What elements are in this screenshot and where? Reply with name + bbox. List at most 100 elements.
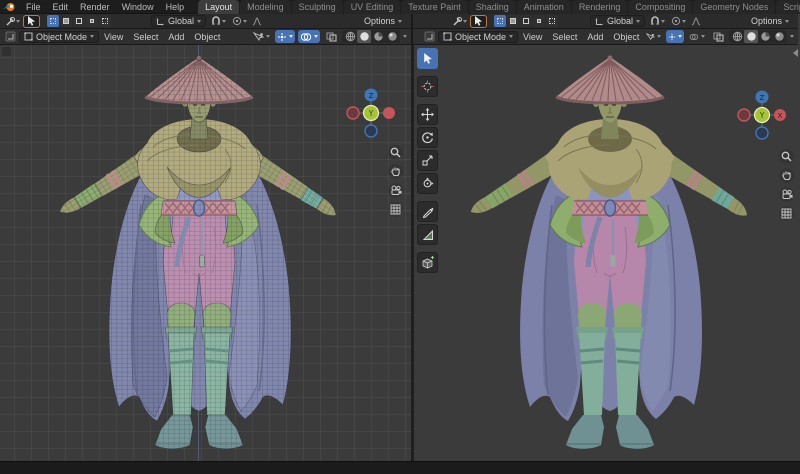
grid-ortho-icon[interactable] <box>779 206 794 221</box>
editor-type-icon[interactable] <box>423 31 435 43</box>
options-dropdown[interactable]: Options <box>359 15 407 27</box>
chevron-down-icon[interactable] <box>16 20 20 23</box>
select-mode-new[interactable] <box>47 15 59 27</box>
select-mode-intersect[interactable] <box>99 15 111 27</box>
zoom-icon[interactable] <box>388 145 403 160</box>
tool-add-cube[interactable] <box>417 252 438 273</box>
shading-wireframe[interactable] <box>730 30 744 43</box>
shading-rendered[interactable] <box>385 30 399 43</box>
transform-orientation-dropdown[interactable]: Global <box>151 15 206 27</box>
xray-toggle[interactable] <box>711 30 726 43</box>
select-mode-extend[interactable] <box>507 15 519 27</box>
chevron-down-icon[interactable] <box>790 35 794 38</box>
tab-scripting[interactable]: Scripting <box>776 0 800 14</box>
menu-render[interactable]: Render <box>74 0 116 14</box>
menu-select[interactable]: Select <box>547 29 582 45</box>
chevron-down-icon[interactable] <box>682 20 686 23</box>
menu-view[interactable]: View <box>518 29 547 45</box>
camera-icon[interactable] <box>779 187 794 202</box>
options-dropdown[interactable]: Options <box>746 15 794 27</box>
axis-x-neg[interactable] <box>347 107 359 119</box>
select-mode-invert[interactable] <box>533 15 545 27</box>
chevron-down-icon[interactable] <box>222 20 226 23</box>
zoom-icon[interactable] <box>779 149 794 164</box>
tab-layout[interactable]: Layout <box>198 0 239 14</box>
tab-compositing[interactable]: Compositing <box>628 0 692 14</box>
tab-animation[interactable]: Animation <box>517 0 571 14</box>
tool-transform[interactable] <box>417 173 438 194</box>
select-mode-extend[interactable] <box>60 15 72 27</box>
tool-icon[interactable] <box>451 15 463 27</box>
proportional-edit-icon[interactable] <box>670 15 682 27</box>
select-mode-new[interactable] <box>494 15 506 27</box>
menu-add[interactable]: Add <box>582 29 608 45</box>
object-visibility-dropdown[interactable] <box>251 30 272 43</box>
shading-material[interactable] <box>371 30 385 43</box>
menu-object[interactable]: Object <box>608 29 644 45</box>
select-mode-intersect[interactable] <box>546 15 558 27</box>
editor-type-icon[interactable] <box>4 31 16 43</box>
select-mode-invert[interactable] <box>86 15 98 27</box>
grid-ortho-icon[interactable] <box>388 202 403 217</box>
blender-logo-icon[interactable] <box>3 2 16 12</box>
tab-shading[interactable]: Shading <box>469 0 516 14</box>
snap-icon[interactable] <box>210 15 222 27</box>
object-visibility-dropdown[interactable] <box>644 30 663 43</box>
tool-measure[interactable] <box>417 224 438 245</box>
viewport-wireframe[interactable]: Z Y <box>0 45 411 461</box>
mode-dropdown[interactable]: Object Mode <box>19 31 99 43</box>
menu-select[interactable]: Select <box>128 29 163 45</box>
proportional-edit-icon[interactable] <box>231 15 243 27</box>
sidebar-expand-arrow[interactable] <box>793 49 798 57</box>
active-tool-select-box[interactable] <box>470 15 487 28</box>
menu-view[interactable]: View <box>99 29 128 45</box>
shading-solid[interactable] <box>744 30 758 43</box>
show-overlays-toggle[interactable] <box>298 30 320 43</box>
tool-scale[interactable] <box>417 150 438 171</box>
xray-toggle[interactable] <box>324 30 339 43</box>
tab-sculpting[interactable]: Sculpting <box>292 0 343 14</box>
menu-edit[interactable]: Edit <box>47 0 75 14</box>
snap-icon[interactable] <box>649 15 661 27</box>
tool-annotate[interactable] <box>417 201 438 222</box>
axis-x-neg[interactable] <box>738 109 750 121</box>
tab-rendering[interactable]: Rendering <box>572 0 628 14</box>
tool-cursor[interactable] <box>417 76 438 97</box>
select-mode-subtract[interactable] <box>520 15 532 27</box>
chevron-down-icon[interactable] <box>463 20 467 23</box>
menu-add[interactable]: Add <box>163 29 189 45</box>
menu-window[interactable]: Window <box>116 0 160 14</box>
shading-solid[interactable] <box>357 30 371 43</box>
character-model[interactable] <box>465 56 755 449</box>
chevron-down-icon[interactable] <box>661 20 665 23</box>
chevron-down-icon[interactable] <box>243 20 247 23</box>
falloff-curve-icon[interactable] <box>690 15 702 27</box>
tab-uv-editing[interactable]: UV Editing <box>344 0 401 14</box>
mode-dropdown[interactable]: Object Mode <box>438 31 518 43</box>
tab-modeling[interactable]: Modeling <box>240 0 291 14</box>
shading-material[interactable] <box>758 30 772 43</box>
active-tool-select-box[interactable] <box>23 15 40 28</box>
menu-help[interactable]: Help <box>160 0 191 14</box>
tab-geometry-nodes[interactable]: Geometry Nodes <box>693 0 775 14</box>
chevron-down-icon[interactable] <box>403 35 407 38</box>
pan-hand-icon[interactable] <box>779 168 794 183</box>
viewport-solid[interactable]: X Z Y <box>414 45 800 461</box>
navigation-gizmo[interactable]: Z Y <box>343 85 399 141</box>
show-overlays-toggle[interactable] <box>687 30 707 43</box>
tool-rotate[interactable] <box>417 127 438 148</box>
axis-x[interactable] <box>383 107 395 119</box>
tool-select-box[interactable] <box>417 48 438 69</box>
navigation-gizmo[interactable]: X Z Y <box>734 87 790 143</box>
tool-icon[interactable] <box>4 15 16 27</box>
tool-move[interactable] <box>417 104 438 125</box>
tab-texture-paint[interactable]: Texture Paint <box>401 0 468 14</box>
collapsed-timeline-editor[interactable] <box>0 461 800 474</box>
select-mode-subtract[interactable] <box>73 15 85 27</box>
axis-z-neg[interactable] <box>365 125 377 137</box>
menu-file[interactable]: File <box>20 0 47 14</box>
axis-z-neg[interactable] <box>756 127 768 139</box>
character-model[interactable] <box>54 56 344 449</box>
pan-hand-icon[interactable] <box>388 164 403 179</box>
menu-object[interactable]: Object <box>189 29 225 45</box>
